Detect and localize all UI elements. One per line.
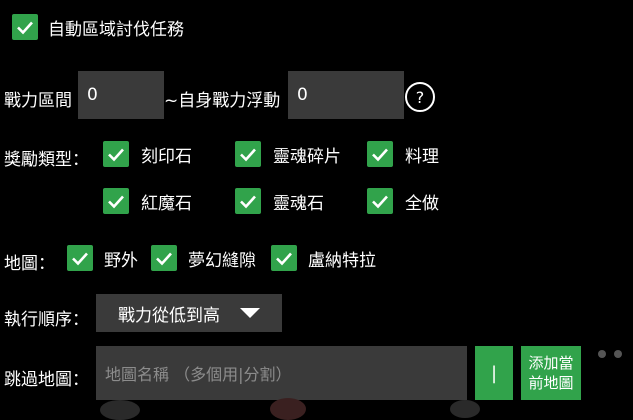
map-option-label: 夢幻縫隙 — [188, 250, 256, 271]
reward-option-label: 全做 — [405, 193, 439, 214]
map-checkbox[interactable] — [271, 245, 297, 271]
check-icon — [72, 252, 88, 266]
reward-option-label: 靈魂石 — [273, 193, 324, 214]
check-icon — [17, 21, 33, 35]
background-decoration — [450, 400, 480, 418]
check-icon — [372, 148, 388, 162]
auto-quest-checkbox[interactable] — [12, 14, 38, 40]
background-decoration — [100, 400, 140, 420]
power-float-input[interactable]: 0 — [288, 71, 404, 119]
reward-option-soul-stone[interactable]: 靈魂石 — [235, 188, 324, 214]
map-label: 地圖： — [4, 254, 55, 274]
help-icon[interactable]: ? — [405, 82, 435, 112]
pipe-separator-button[interactable]: | — [475, 346, 513, 400]
reward-option-all[interactable]: 全做 — [367, 188, 439, 214]
map-option-label: 野外 — [104, 250, 138, 271]
map-checkbox[interactable] — [151, 245, 177, 271]
check-icon — [108, 195, 124, 209]
order-selected-value: 戰力從低到高 — [118, 305, 220, 326]
map-option-label: 盧納特拉 — [308, 250, 376, 271]
auto-quest-label: 自動區域討伐任務 — [48, 19, 184, 40]
reward-option-label: 靈魂碎片 — [273, 146, 341, 167]
check-icon — [240, 148, 256, 162]
order-label: 執行順序： — [4, 310, 89, 330]
order-select[interactable]: 戰力從低到高 — [96, 294, 282, 332]
power-min-input[interactable]: 0 — [78, 71, 164, 119]
reward-option-red-magic-stone[interactable]: 紅魔石 — [103, 188, 192, 214]
map-option-lunatra[interactable]: 盧納特拉 — [271, 245, 376, 271]
check-icon — [372, 195, 388, 209]
reward-option-soul-fragment[interactable]: 靈魂碎片 — [235, 141, 341, 167]
reward-checkbox[interactable] — [103, 141, 129, 167]
reward-checkbox[interactable] — [367, 141, 393, 167]
check-icon — [156, 252, 172, 266]
check-icon — [108, 148, 124, 162]
skip-map-label: 跳過地圖： — [4, 370, 89, 390]
add-current-map-button[interactable]: 添加當前地圖 — [521, 346, 581, 400]
reward-option-label: 刻印石 — [141, 146, 192, 167]
reward-option-label: 料理 — [405, 146, 439, 167]
dropdown-arrow-icon — [240, 308, 260, 318]
power-range-label: 戰力區間 — [4, 91, 72, 111]
reward-checkbox[interactable] — [235, 141, 261, 167]
map-checkbox[interactable] — [67, 245, 93, 271]
check-icon — [240, 195, 256, 209]
background-dot — [614, 350, 622, 358]
background-decoration — [270, 398, 306, 420]
map-option-field[interactable]: 野外 — [67, 245, 138, 271]
power-float-label: ~自身戰力浮動 — [164, 91, 281, 111]
auto-quest-option[interactable]: 自動區域討伐任務 — [12, 14, 184, 40]
reward-checkbox[interactable] — [235, 188, 261, 214]
map-option-dream-rift[interactable]: 夢幻縫隙 — [151, 245, 256, 271]
reward-option-engraving-stone[interactable]: 刻印石 — [103, 141, 192, 167]
reward-option-label: 紅魔石 — [141, 193, 192, 214]
background-dot — [598, 350, 606, 358]
reward-option-cooking[interactable]: 料理 — [367, 141, 439, 167]
reward-checkbox[interactable] — [103, 188, 129, 214]
check-icon — [276, 252, 292, 266]
skip-map-input[interactable]: 地圖名稱 （多個用|分割） — [96, 346, 467, 400]
reward-type-label: 獎勵類型： — [4, 150, 89, 170]
reward-checkbox[interactable] — [367, 188, 393, 214]
